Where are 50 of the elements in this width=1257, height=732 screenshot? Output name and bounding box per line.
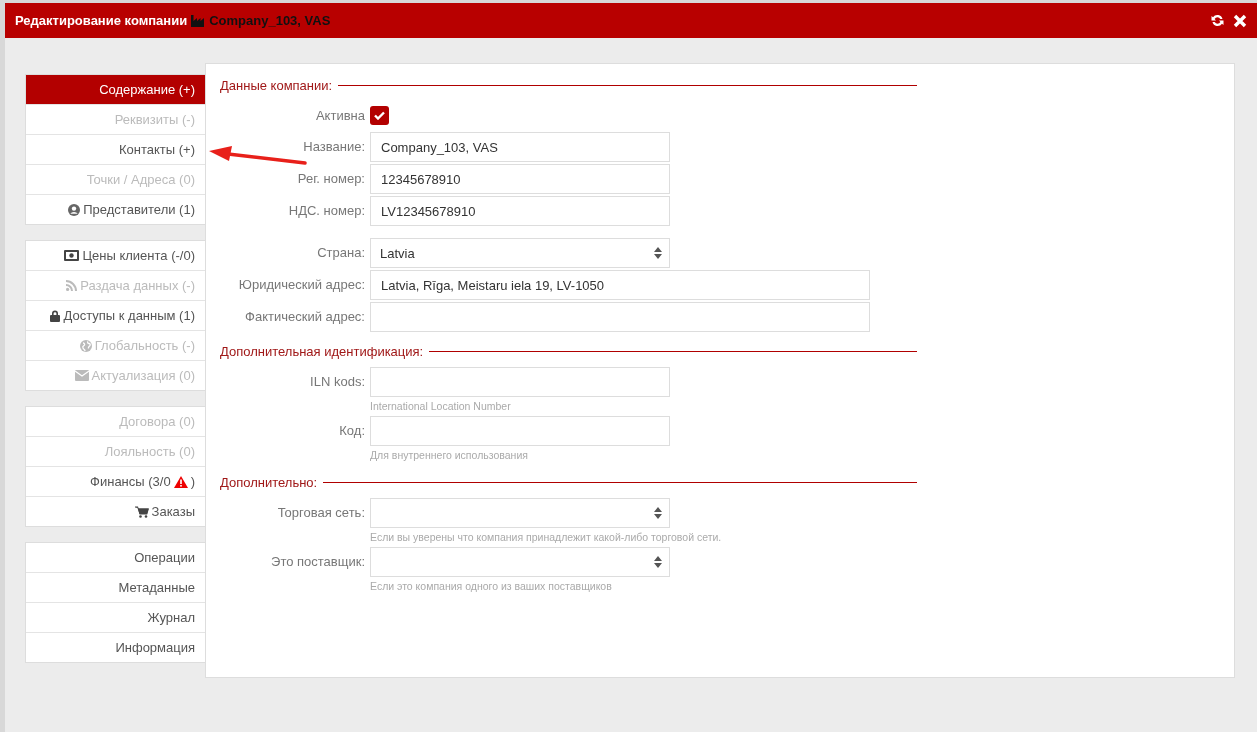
field-hint: Если это компания одного из ваших поставщиков (370, 579, 613, 594)
rss-icon (66, 280, 78, 291)
up-down-caret-icon (654, 556, 662, 568)
input-field[interactable]: LV12345678910 (370, 196, 670, 226)
select-field[interactable] (370, 547, 670, 577)
input-field[interactable] (370, 367, 670, 397)
user-circle-icon (68, 203, 81, 216)
sidebar-item[interactable]: Содержание (+) (26, 75, 205, 105)
input-field[interactable] (370, 302, 870, 332)
up-down-caret-icon (654, 247, 662, 259)
cart-icon (134, 505, 149, 518)
section-title: Дополнительно: (220, 475, 318, 490)
section-title: Дополнительная идентификация: (220, 344, 424, 359)
up-down-caret-icon (654, 507, 662, 519)
company-name: Company_103, VAS (209, 13, 331, 28)
lock-icon (50, 309, 61, 322)
field-hint: Если вы уверены что компания принадлежит какой-либо торговой сети. (370, 530, 722, 545)
sidebar-item[interactable]: Информация (26, 633, 205, 662)
checkmark-icon (374, 111, 385, 120)
field-label: Фактический адрес: (245, 308, 365, 326)
field-label: Это поставщик: (271, 553, 365, 571)
checkbox[interactable] (370, 106, 389, 125)
field-hint: Для внутреннего использования (370, 448, 529, 463)
field-label: Торговая сеть: (277, 504, 365, 522)
field-label: Название: (303, 138, 365, 156)
factory-icon (191, 14, 206, 27)
banknote-icon (64, 250, 80, 261)
input-field[interactable]: Company_103, VAS (370, 132, 670, 162)
input-field[interactable] (370, 416, 670, 446)
field-hint: International Location Number (370, 399, 512, 414)
window-title: Редактирование компании (15, 13, 188, 28)
field-label: Рег. номер: (297, 170, 365, 188)
sidebar-item[interactable]: Заказы (26, 497, 205, 526)
envelope-icon (74, 370, 89, 381)
field-label: Код: (339, 422, 365, 440)
refresh-icon[interactable] (1210, 13, 1225, 28)
sidebar-item[interactable]: Цены клиента (-/0) (26, 241, 205, 271)
field-label: Активна (315, 107, 365, 125)
field-label: Юридический адрес: (238, 276, 365, 294)
field-label: НДС. номер: (288, 202, 365, 220)
sidebar-item[interactable]: Представители (1) (26, 195, 205, 224)
select-field[interactable] (370, 498, 670, 528)
field-label: ILN kods: (310, 373, 365, 391)
field-label: Страна: (317, 244, 365, 262)
input-field[interactable]: 12345678910 (370, 164, 670, 194)
close-icon[interactable] (1233, 13, 1247, 28)
select-field[interactable]: Latvia (370, 238, 670, 268)
section-title: Данные компании: (220, 78, 333, 93)
globe-icon (79, 339, 92, 352)
input-field[interactable]: Latvia, Rīga, Meistaru iela 19, LV-1050 (370, 270, 870, 300)
